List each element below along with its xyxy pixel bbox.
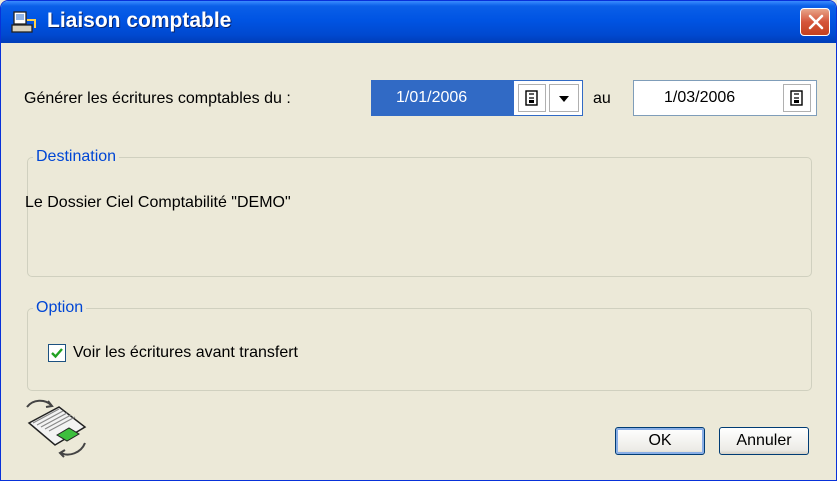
close-icon [808,14,824,30]
ok-button[interactable]: OK [615,427,705,455]
dialog-window: Liaison comptable Générer les écritures … [0,0,837,481]
destination-group: Destination Le Dossier Ciel Comptabilité… [25,148,812,277]
destination-text: Le Dossier Ciel Comptabilité "DEMO" [25,194,291,211]
from-date-value: 1/01/2006 [396,89,468,106]
transfer-icon [23,397,91,459]
option-group: Option Voir les écritures avant transfer… [27,299,812,391]
close-button[interactable] [800,8,830,36]
preview-checkbox[interactable] [48,344,66,362]
to-date-value: 1/03/2006 [664,89,736,106]
window-title: Liaison comptable [47,9,232,32]
to-label: au [593,90,611,107]
option-title: Option [33,299,87,317]
calendar-icon [525,90,538,106]
app-icon [11,10,37,34]
calendar-icon [790,90,803,106]
from-dropdown-button[interactable] [549,84,579,112]
generate-label: Générer les écritures comptables du : [24,90,291,107]
destination-title: Destination [33,148,120,166]
from-calendar-button[interactable] [518,84,546,112]
check-icon [51,348,63,359]
from-date-field[interactable]: 1/01/2006 [371,80,583,116]
to-calendar-button[interactable] [783,84,811,112]
to-date-field[interactable]: 1/03/2006 [633,80,817,116]
chevron-down-icon [559,96,569,102]
title-bar[interactable]: Liaison comptable [1,1,836,43]
cancel-button[interactable]: Annuler [719,427,809,455]
preview-checkbox-label: Voir les écritures avant transfert [73,344,298,361]
